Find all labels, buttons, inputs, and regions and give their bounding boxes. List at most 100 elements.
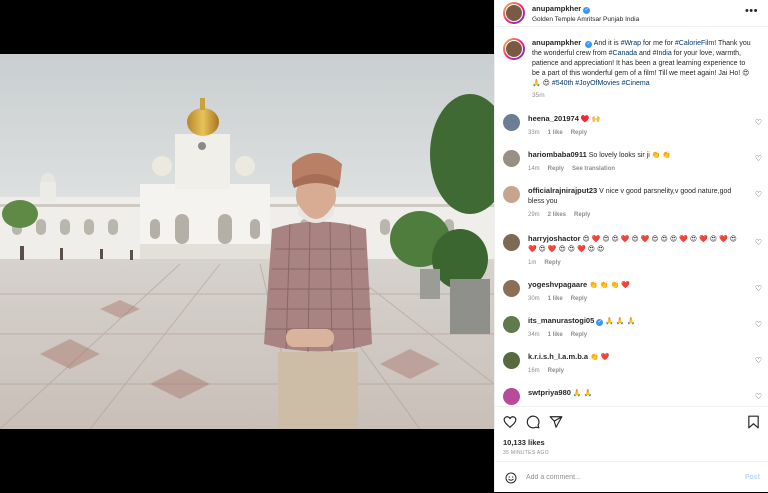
comment-time: 33m	[528, 130, 540, 136]
reply-button[interactable]: Reply	[571, 130, 587, 136]
comment-username[interactable]: k.r.i.s.h_l.a.m.b.a	[528, 352, 588, 361]
caption-segment: for me for	[641, 40, 675, 47]
comment-likes[interactable]: 1 like	[548, 332, 563, 338]
comment-text: ♥️ 🙌	[578, 116, 601, 123]
comment-like-heart-icon[interactable]: ♡	[755, 118, 762, 127]
heart-icon[interactable]	[503, 415, 517, 429]
action-bar: 10,133 likes 35 MINUTES AGO	[495, 406, 768, 462]
comment-avatar[interactable]	[503, 280, 520, 297]
comment-item: yogeshvpagaare 👏 👏 👏 ❤️ 30m 1 like Reply ♡	[503, 280, 768, 304]
reply-button[interactable]: Reply	[548, 166, 564, 172]
post-time-ago: 35 MINUTES AGO	[503, 450, 549, 456]
comment-username[interactable]: its_manurastogi05	[528, 316, 594, 325]
location-link[interactable]: Golden Temple Amritsar Punjab India	[532, 14, 639, 25]
comment-time: 34m	[528, 332, 540, 338]
caption-avatar[interactable]	[503, 38, 525, 60]
comment-item: officialrajnirajput23 V nice v good pars…	[503, 186, 768, 220]
hashtag-link[interactable]: #India	[653, 50, 672, 57]
comment-time: 29m	[528, 212, 540, 218]
golden-temple-photo	[0, 54, 494, 429]
comment-username[interactable]: swtpriya980	[528, 388, 571, 397]
comment-meta: 33m 1 like Reply	[528, 128, 740, 138]
comment-username[interactable]: yogeshvpagaare	[528, 280, 587, 289]
comment-like-heart-icon[interactable]: ♡	[755, 320, 762, 329]
caption-segment: And it is	[593, 40, 621, 47]
hashtag-link[interactable]: #Wrap	[621, 40, 642, 47]
hashtag-link[interactable]: #Canada	[609, 50, 637, 57]
comment-time: 16m	[528, 368, 540, 374]
comment-time: 14m	[528, 166, 540, 172]
comment-like-heart-icon[interactable]: ♡	[755, 154, 762, 163]
share-icon[interactable]	[549, 415, 563, 429]
add-comment-bar: Post	[495, 461, 768, 493]
comment-likes[interactable]: 2 likes	[548, 212, 566, 218]
comment-avatar[interactable]	[503, 150, 520, 167]
post-comment-button[interactable]: Post	[745, 474, 760, 481]
comment-text: 🙏 🙏 🙏	[603, 318, 636, 325]
reply-button[interactable]: Reply	[571, 332, 587, 338]
comment-item: swtpriya980 🙏 🙏 ♡	[503, 388, 768, 405]
caption-segment: and	[637, 50, 653, 57]
caption-text: And it is #Wrap for me for #CalorieFilm!…	[532, 40, 751, 87]
comment-item: k.r.i.s.h_l.a.m.b.a 👏 ❤️ 16m Reply ♡	[503, 352, 768, 376]
post-photo[interactable]	[0, 54, 494, 429]
comment-avatar[interactable]	[503, 234, 520, 251]
hashtag-link[interactable]: #CalorieFilm	[675, 40, 714, 47]
comment-avatar[interactable]	[503, 114, 520, 131]
comment-text: 👏 ❤️	[588, 354, 610, 361]
comment-icon[interactable]	[526, 415, 540, 429]
comment-input[interactable]	[526, 474, 726, 481]
comment-avatar[interactable]	[503, 186, 520, 203]
bookmark-icon[interactable]	[747, 415, 760, 429]
reply-button[interactable]: Reply	[548, 368, 564, 374]
hashtag-link[interactable]: #JoyOfMovies	[575, 80, 619, 87]
comment-text: 🙏 🙏	[570, 390, 593, 397]
comment-likes[interactable]: 1 like	[548, 296, 563, 302]
comment-like-heart-icon[interactable]: ♡	[755, 392, 762, 401]
comment-username[interactable]: hariombaba0911	[528, 150, 587, 159]
comment-meta: 34m 1 like Reply	[528, 330, 740, 340]
comment-time: 1m	[528, 260, 537, 266]
comment-time: 30m	[528, 296, 540, 302]
see-translation-link[interactable]: See translation	[572, 166, 615, 172]
caption: anupampkher ✓ And it is #Wrap for me for…	[495, 34, 768, 101]
comment-meta: 29m 2 likes Reply	[528, 210, 740, 220]
reply-button[interactable]: Reply	[574, 212, 590, 218]
comment-item: harryjoshactor 😍 ❤️ 😍 😍 ❤️ 😍 ❤️ 😍 😍 😍 ❤️…	[503, 234, 768, 268]
post-header: anupampkher ✓ Golden Temple Amritsar Punj…	[495, 0, 768, 27]
comment-meta: 16m Reply	[528, 366, 740, 376]
comment-like-heart-icon[interactable]: ♡	[755, 356, 762, 365]
comments-list: anupampkher ✓ And it is #Wrap for me for…	[495, 34, 768, 406]
more-options-icon[interactable]: •••	[745, 6, 758, 17]
caption-time: 35m	[532, 92, 545, 99]
likes-count[interactable]: 10,133 likes	[503, 438, 545, 447]
comment-avatar[interactable]	[503, 316, 520, 333]
smiley-icon[interactable]	[505, 472, 517, 484]
comment-item: heena_201974 ♥️ 🙌 33m 1 like Reply ♡	[503, 114, 768, 138]
comment-like-heart-icon[interactable]: ♡	[755, 238, 762, 247]
comment-likes[interactable]: 1 like	[548, 130, 563, 136]
comment-username[interactable]: heena_201974	[528, 114, 579, 123]
comment-item: its_manurastogi05 ✓ 🙏 🙏 🙏 34m 1 like Reply ♡	[503, 316, 768, 340]
comment-username[interactable]: officialrajnirajput23	[528, 186, 597, 195]
author-username[interactable]: anupampkher	[532, 4, 581, 13]
comment-meta: 1m Reply	[528, 258, 740, 268]
comment-like-heart-icon[interactable]: ♡	[755, 284, 762, 293]
comment-item: hariombaba0911 So lovely looks sir ji 👏 …	[503, 150, 768, 174]
verified-badge-icon: ✓	[585, 41, 593, 48]
comment-avatar[interactable]	[503, 388, 520, 405]
hashtag-link[interactable]: #540th	[552, 80, 573, 87]
comment-meta: 14m Reply See translation	[528, 164, 740, 174]
instagram-post-view: anupampkher ✓ Golden Temple Amritsar Punj…	[0, 0, 768, 492]
comment-meta: 30m 1 like Reply	[528, 294, 740, 304]
post-sidebar: anupampkher ✓ Golden Temple Amritsar Punj…	[494, 0, 768, 492]
comment-text: 👏 👏 👏 ❤️	[587, 282, 630, 289]
avatar[interactable]	[503, 2, 525, 24]
caption-username[interactable]: anupampkher	[532, 38, 581, 47]
reply-button[interactable]: Reply	[571, 296, 587, 302]
comment-like-heart-icon[interactable]: ♡	[755, 190, 762, 199]
comment-avatar[interactable]	[503, 352, 520, 369]
comment-username[interactable]: harryjoshactor	[528, 234, 581, 243]
reply-button[interactable]: Reply	[544, 260, 560, 266]
hashtag-link[interactable]: #Cinema	[622, 80, 650, 87]
